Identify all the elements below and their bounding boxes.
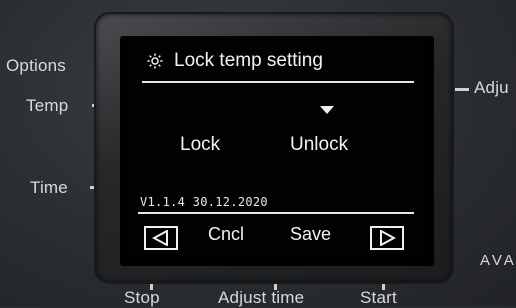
prev-button[interactable] — [144, 226, 178, 250]
title-divider — [142, 81, 414, 83]
gear-icon — [146, 52, 164, 70]
option-lock[interactable]: Lock — [180, 134, 220, 156]
adjust-tick — [455, 88, 469, 91]
stop-label: Stop — [124, 288, 160, 307]
selection-cursor-icon — [320, 106, 334, 114]
right-arrow-icon — [378, 230, 396, 246]
left-arrow-icon — [152, 230, 170, 246]
option-unlock[interactable]: Unlock — [290, 134, 348, 156]
adjust-time-label: Adjust time — [218, 288, 305, 307]
save-button[interactable]: Save — [290, 224, 331, 245]
adjust-label: Adju — [474, 78, 509, 97]
temp-label: Temp — [26, 96, 69, 115]
start-label: Start — [360, 288, 397, 307]
time-label: Time — [30, 178, 68, 197]
firmware-version: V1.1.4 30.12.2020 — [140, 195, 268, 209]
version-divider — [138, 212, 414, 214]
screen-title: Lock temp setting — [174, 50, 323, 71]
options-label: Options — [6, 56, 66, 75]
cancel-button[interactable]: Cncl — [208, 224, 244, 245]
ava-label: AVA — [480, 252, 516, 269]
screen-title-row: Lock temp setting — [146, 50, 323, 72]
next-button[interactable] — [370, 226, 404, 250]
